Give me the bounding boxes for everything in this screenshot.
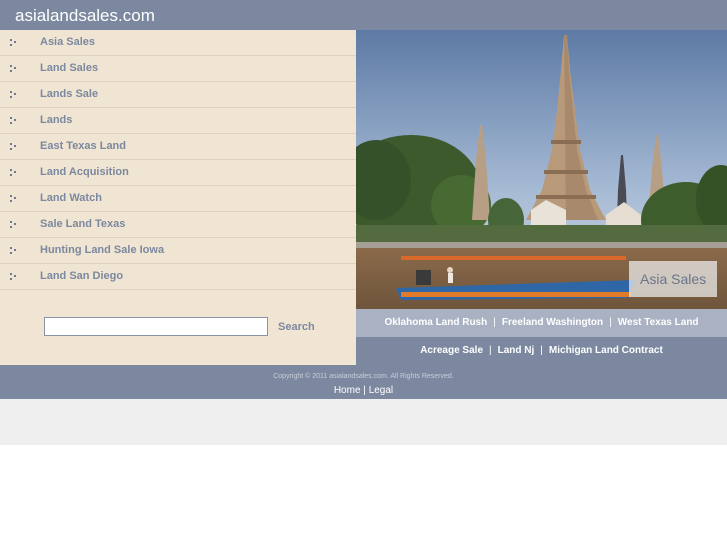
sidebar-item-label: Hunting Land Sale Iowa [40, 244, 165, 256]
link-west-texas-land[interactable]: West Texas Land [618, 317, 699, 328]
legal-link[interactable]: Legal [369, 385, 393, 396]
bullet-icon [10, 247, 19, 254]
links-line: Oklahoma Land Rush | Freeland Washington | W… [356, 317, 727, 329]
footer: Copyright © 2011 asialandsales.com. All … [0, 365, 727, 399]
sidebar-item-lands[interactable]: Lands [0, 108, 356, 134]
sidebar: Asia Sales Land Sales Lands Sale Lands E… [0, 30, 356, 365]
link-freeland-washington[interactable]: Freeland Washington [502, 317, 603, 328]
sidebar-item-land-sales[interactable]: Land Sales [0, 56, 356, 82]
link-michigan-land-contract[interactable]: Michigan Land Contract [549, 345, 663, 356]
sidebar-item-hunting-land-sale-iowa[interactable]: Hunting Land Sale Iowa [0, 238, 356, 264]
sidebar-item-label: Land Acquisition [40, 166, 129, 178]
sidebar-item-label: East Texas Land [40, 140, 126, 152]
bullet-icon [10, 117, 19, 124]
link-acreage-sale[interactable]: Acreage Sale [420, 345, 483, 356]
links-row: Oklahoma Land Rush | Freeland Washington | W… [356, 309, 727, 337]
bullet-icon [10, 273, 19, 280]
hero-image: Asia Sales [356, 30, 727, 309]
sidebar-item-label: Sale Land Texas [40, 218, 126, 230]
bullet-icon [10, 143, 19, 150]
link-land-nj[interactable]: Land Nj [498, 345, 535, 356]
link-separator: | [489, 345, 492, 356]
sidebar-item-asia-sales[interactable]: Asia Sales [0, 30, 356, 56]
site-header: asialandsales.com [0, 0, 727, 30]
footer-links: Home | Legal [0, 385, 727, 397]
sidebar-item-lands-sale[interactable]: Lands Sale [0, 82, 356, 108]
bottom-band [0, 399, 727, 445]
sidebar-item-east-texas-land[interactable]: East Texas Land [0, 134, 356, 160]
sidebar-item-label: Land Sales [40, 62, 99, 74]
sidebar-item-land-acquisition[interactable]: Land Acquisition [0, 160, 356, 186]
sidebar-item-label: Asia Sales [40, 36, 96, 48]
footer-separator: | [363, 385, 366, 396]
site-title[interactable]: asialandsales.com [15, 6, 155, 26]
bullet-icon [10, 169, 19, 176]
link-separator: | [493, 317, 496, 328]
sidebar-item-label: Lands Sale [40, 88, 99, 100]
links-row: Acreage Sale | Land Nj | Michigan Land Contr… [356, 337, 727, 365]
bullet-icon [10, 65, 19, 72]
sidebar-item-label: Land Watch [40, 192, 102, 204]
bullet-icon [10, 221, 19, 228]
home-link[interactable]: Home [334, 385, 361, 396]
sidebar-item-land-watch[interactable]: Land Watch [0, 186, 356, 212]
links-line: Acreage Sale | Land Nj | Michigan Land Contr… [356, 345, 727, 357]
search-button[interactable]: Search [278, 321, 315, 334]
sidebar-item-land-san-diego[interactable]: Land San Diego [0, 264, 356, 290]
link-separator: | [540, 345, 543, 356]
bullet-icon [10, 39, 19, 46]
bullet-icon [10, 195, 19, 202]
hero-caption: Asia Sales [640, 271, 707, 287]
copyright-text: Copyright © 2011 asialandsales.com. All … [273, 373, 454, 380]
sidebar-item-label: Land San Diego [40, 270, 124, 282]
search-input[interactable] [44, 317, 268, 336]
sidebar-item-label: Lands [40, 114, 73, 126]
bullet-icon [10, 91, 19, 98]
link-separator: | [609, 317, 612, 328]
related-links: Oklahoma Land Rush | Freeland Washington | W… [356, 309, 727, 365]
link-oklahoma-land-rush[interactable]: Oklahoma Land Rush [384, 317, 487, 328]
sidebar-item-sale-land-texas[interactable]: Sale Land Texas [0, 212, 356, 238]
